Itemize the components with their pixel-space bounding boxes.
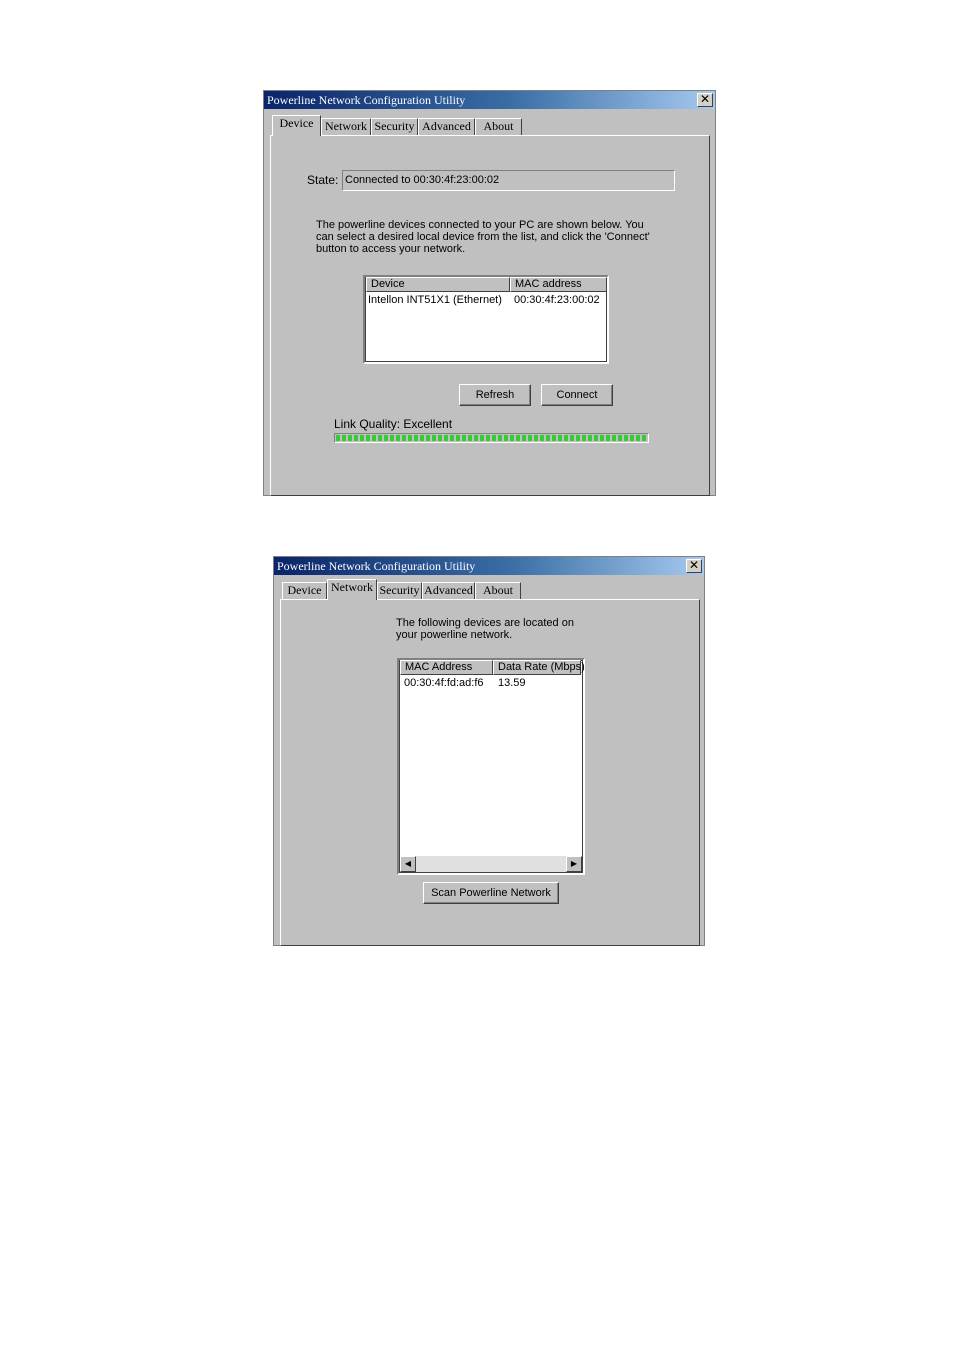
tab-device[interactable]: Device xyxy=(272,115,321,136)
tab-security[interactable]: Security xyxy=(377,582,422,599)
state-label: State: xyxy=(307,173,339,187)
list-item[interactable]: 00:30:4f:fd:ad:f6 13.59 xyxy=(400,676,582,690)
tab-about[interactable]: About xyxy=(475,118,522,135)
link-quality-bar xyxy=(334,433,649,443)
window-title-bar[interactable]: Powerline Network Configuration Utility … xyxy=(264,91,715,109)
close-icon[interactable]: ✕ xyxy=(686,559,702,573)
tab-strip: Device Network Security Advanced About xyxy=(274,579,704,600)
data-rate: 13.59 xyxy=(498,677,526,689)
refresh-button[interactable]: Refresh xyxy=(459,384,531,406)
column-header-device[interactable]: Device xyxy=(366,277,510,292)
connect-button[interactable]: Connect xyxy=(541,384,613,406)
tab-network[interactable]: Network xyxy=(327,579,377,600)
network-description: The following devices are located on you… xyxy=(396,617,574,641)
device-mac: 00:30:4f:23:00:02 xyxy=(514,294,600,306)
device-list[interactable]: Device MAC address Intellon INT51X1 (Eth… xyxy=(363,275,609,364)
close-icon[interactable]: ✕ xyxy=(697,93,713,107)
link-quality-fill xyxy=(336,435,647,441)
tab-advanced[interactable]: Advanced xyxy=(418,118,475,135)
window-title-bar[interactable]: Powerline Network Configuration Utility … xyxy=(274,557,704,575)
state-value: Connected to 00:30:4f:23:00:02 xyxy=(345,174,500,186)
column-header-mac[interactable]: MAC address xyxy=(510,277,607,292)
column-header-mac[interactable]: MAC Address xyxy=(400,660,493,675)
link-quality-label: Link Quality: Excellent xyxy=(334,417,453,431)
tab-about[interactable]: About xyxy=(475,582,521,599)
scroll-right-icon[interactable]: ▶ xyxy=(566,856,582,872)
window-title: Powerline Network Configuration Utility xyxy=(267,93,466,107)
column-header-data-rate[interactable]: Data Rate (Mbps) xyxy=(493,660,585,675)
device-mac: 00:30:4f:fd:ad:f6 xyxy=(404,677,484,689)
scan-powerline-network-button[interactable]: Scan Powerline Network xyxy=(423,882,559,904)
scroll-left-icon[interactable]: ◀ xyxy=(400,856,416,872)
tab-security[interactable]: Security xyxy=(371,118,418,135)
config-window-device: Powerline Network Configuration Utility … xyxy=(263,90,716,496)
config-window-network: Powerline Network Configuration Utility … xyxy=(273,556,705,946)
list-item[interactable]: Intellon INT51X1 (Ethernet) 00:30:4f:23:… xyxy=(366,293,606,307)
tab-panel-network: The following devices are located on you… xyxy=(280,599,700,946)
device-description: The powerline devices connected to your … xyxy=(316,219,650,255)
tab-device[interactable]: Device xyxy=(282,582,327,599)
tab-network[interactable]: Network xyxy=(321,118,371,135)
tab-strip: Device Network Security Advanced About xyxy=(264,115,715,136)
state-field: Connected to 00:30:4f:23:00:02 xyxy=(342,170,675,191)
device-name: Intellon INT51X1 (Ethernet) xyxy=(368,294,502,306)
horizontal-scrollbar[interactable]: ◀ ▶ xyxy=(400,856,582,872)
tab-advanced[interactable]: Advanced xyxy=(422,582,475,599)
window-title: Powerline Network Configuration Utility xyxy=(277,559,476,573)
tab-panel-device: State: Connected to 00:30:4f:23:00:02 Th… xyxy=(270,135,710,496)
network-device-list[interactable]: MAC Address Data Rate (Mbps) 00:30:4f:fd… xyxy=(397,658,585,875)
